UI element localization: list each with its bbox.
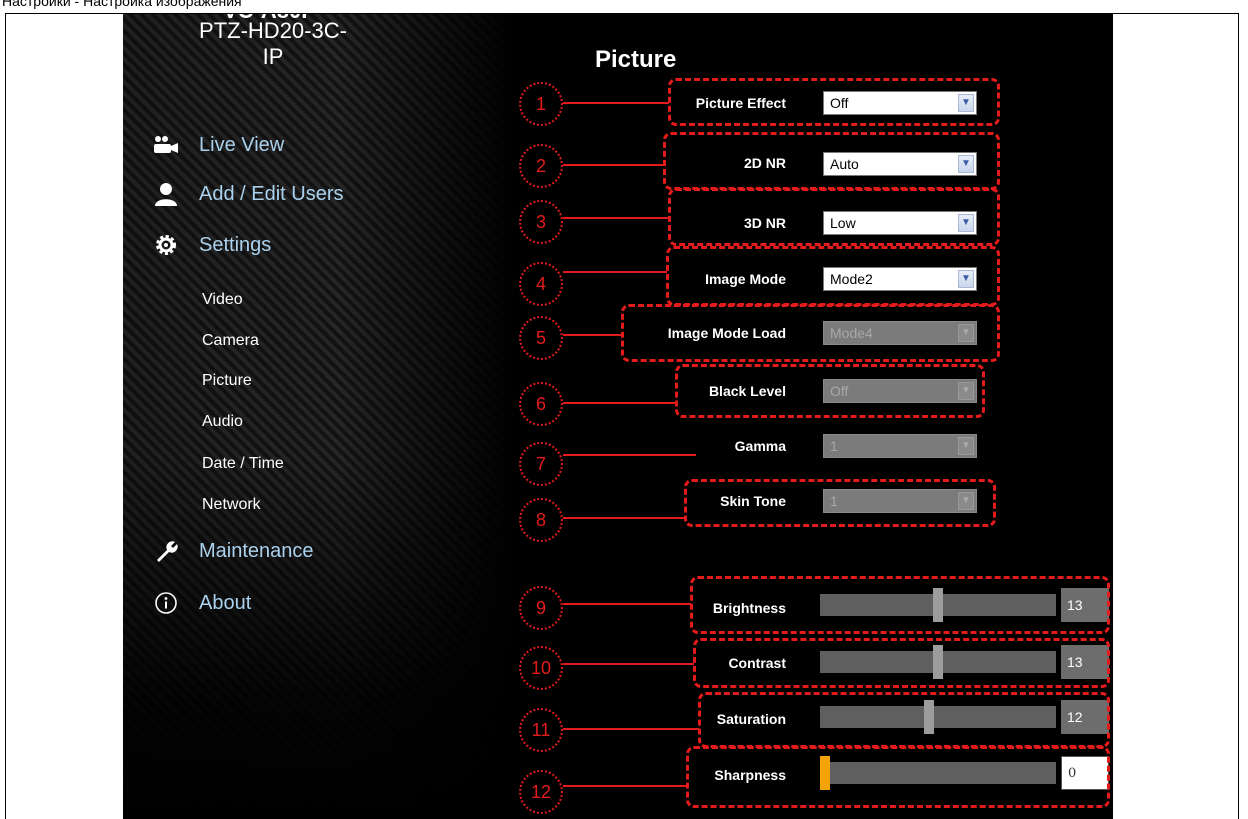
callout-box-3 (668, 188, 1000, 246)
callout-number-3: 3 (519, 200, 563, 244)
callout-number-5: 5 (519, 316, 563, 360)
callout-number-4: 4 (519, 262, 563, 306)
nav-settings[interactable]: Settings (153, 232, 271, 258)
sidebar: VC-A80P PTZ-HD20-3C-IP Live View Add / E… (123, 14, 518, 819)
sub-audio[interactable]: Audio (202, 413, 243, 431)
callout-number-9: 9 (519, 586, 563, 630)
callout-line-7 (563, 454, 696, 456)
wrench-icon (153, 538, 179, 564)
callout-box-5 (621, 304, 1000, 362)
callout-number-11: 11 (519, 708, 563, 752)
callout-box-12 (686, 746, 1110, 808)
page-title: Picture (595, 46, 677, 73)
gamma-label: Gamma (734, 438, 786, 454)
sub-date-time[interactable]: Date / Time (202, 455, 284, 473)
chevron-down-icon: ▼ (958, 437, 974, 455)
callout-number-8: 8 (519, 498, 563, 542)
sub-picture[interactable]: Picture (202, 372, 252, 390)
callout-box-8 (684, 479, 996, 527)
callout-line-4 (563, 271, 667, 273)
callout-number-12: 12 (519, 770, 563, 814)
model-name: PTZ-HD20-3C-IP (199, 18, 347, 66)
nav-label: About (199, 591, 252, 614)
nav-label: Live View (199, 133, 285, 156)
callout-box-9 (690, 576, 1110, 634)
sub-camera[interactable]: Camera (202, 332, 259, 350)
callout-number-10: 10 (519, 646, 563, 690)
nav-about[interactable]: About (153, 590, 251, 616)
callout-line-6 (563, 402, 676, 404)
info-icon (153, 590, 179, 616)
nav-label: Add / Edit Users (199, 182, 344, 205)
callout-line-12 (563, 785, 687, 787)
gamma-select[interactable]: 1 ▼ (823, 434, 977, 458)
callout-line-9 (563, 603, 691, 605)
callout-box-2 (663, 132, 1000, 190)
user-icon (153, 181, 179, 207)
callout-box-10 (693, 638, 1110, 688)
camera-web-ui: VC-A80P PTZ-HD20-3C-IP Live View Add / E… (123, 14, 1113, 819)
callout-number-1: 1 (519, 82, 563, 126)
camera-people-icon (153, 132, 179, 158)
gear-icon (153, 232, 179, 258)
callout-box-1 (668, 78, 1000, 126)
callout-line-1 (563, 102, 669, 104)
nav-label: Maintenance (199, 539, 314, 562)
callout-line-11 (563, 728, 699, 730)
nav-maintenance[interactable]: Maintenance (153, 538, 314, 564)
callout-box-6 (675, 364, 985, 418)
callout-line-3 (563, 217, 669, 219)
callout-line-8 (563, 517, 685, 519)
nav-label: Settings (199, 233, 272, 256)
callout-line-10 (563, 663, 694, 665)
callout-line-2 (563, 164, 663, 166)
callout-number-6: 6 (519, 382, 563, 426)
sub-video[interactable]: Video (202, 291, 243, 309)
callout-number-7: 7 (519, 442, 563, 486)
sub-network[interactable]: Network (202, 496, 261, 514)
callout-number-2: 2 (519, 144, 563, 188)
page-caption: Настройки - Настройка изображения (2, 0, 242, 9)
nav-add-edit-users[interactable]: Add / Edit Users (153, 181, 344, 207)
callout-line-5 (563, 334, 622, 336)
callout-box-11 (698, 692, 1110, 748)
nav-live-view[interactable]: Live View (153, 132, 284, 158)
callout-box-4 (666, 246, 1000, 306)
